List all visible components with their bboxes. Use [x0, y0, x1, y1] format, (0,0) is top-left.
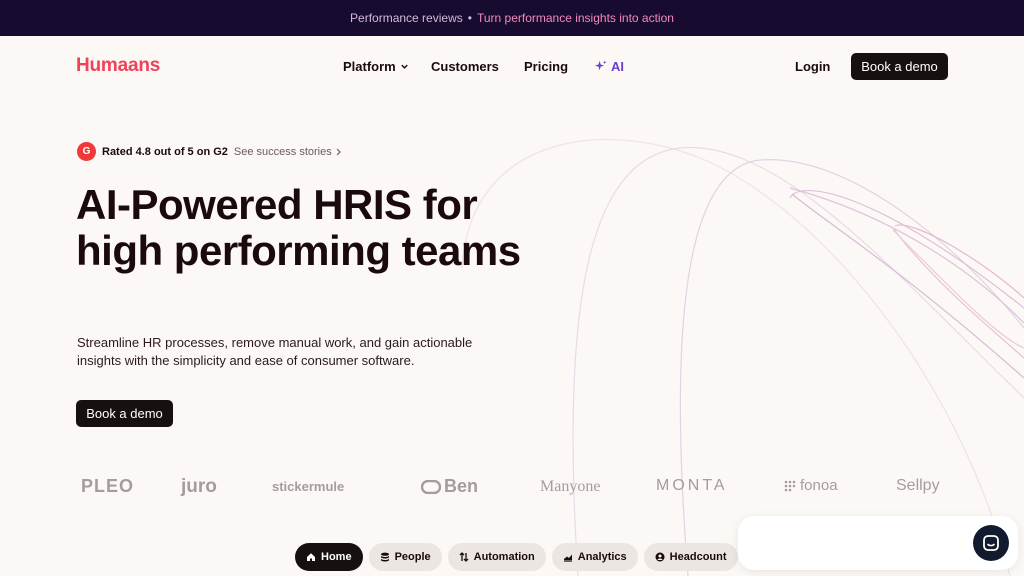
success-stories-link[interactable]: See success stories — [234, 146, 342, 158]
tab-automation[interactable]: Automation — [447, 543, 546, 571]
chevron-right-icon — [336, 148, 341, 155]
tab-analytics-label: Analytics — [577, 551, 627, 563]
chevron-down-icon — [401, 64, 408, 69]
banner-separator: • — [467, 11, 472, 25]
announcement-banner[interactable]: Performance reviews • Turn performance i… — [0, 0, 1024, 36]
chat-launcher-button[interactable] — [973, 525, 1009, 561]
hero-book-demo-button[interactable]: Book a demo — [76, 400, 173, 427]
logo-fonoa: fonoa — [784, 477, 838, 494]
banner-link[interactable]: Turn performance insights into action — [477, 11, 674, 25]
tab-home-label: Home — [321, 551, 352, 563]
rating-text: Rated 4.8 out of 5 on G2 — [102, 145, 228, 158]
sparkle-icon — [594, 60, 607, 71]
g2-rating: G Rated 4.8 out of 5 on G2 See success s… — [77, 142, 342, 161]
product-tabs: Home People Automation Analytics Headcou… — [295, 543, 738, 571]
tab-people[interactable]: People — [368, 543, 442, 571]
logo-monta: MONTA — [656, 477, 728, 494]
fonoa-mark-icon — [784, 480, 796, 491]
home-icon — [307, 553, 315, 561]
logo-manyone: Manyone — [540, 478, 601, 495]
tab-headcount-label: Headcount — [669, 551, 727, 563]
logo-sellpy: Sellpy — [896, 477, 940, 494]
nav-platform[interactable]: Platform — [343, 59, 409, 74]
logo-ben: Ben — [421, 476, 478, 497]
book-demo-button[interactable]: Book a demo — [851, 53, 948, 80]
hero-title: AI-Powered HRIS for high performing team… — [76, 181, 521, 274]
hero-subtitle: Streamline HR processes, remove manual w… — [77, 335, 473, 368]
database-icon — [380, 552, 389, 562]
arrows-icon — [459, 552, 469, 562]
nav-customers[interactable]: Customers — [431, 59, 499, 74]
customer-logos: PLEO juro stickermule Ben Manyone MONTA … — [0, 470, 1024, 504]
site-header: Humaans Platform Customers Pricing AI Lo… — [0, 36, 1024, 98]
nav-pricing[interactable]: Pricing — [524, 59, 568, 74]
chat-icon — [983, 535, 999, 551]
tab-home[interactable]: Home — [295, 543, 363, 571]
logo-pleo: PLEO — [81, 476, 135, 496]
login-link[interactable]: Login — [795, 59, 830, 74]
logo-ben-label: Ben — [444, 476, 479, 496]
logo-fonoa-label: fonoa — [800, 477, 838, 494]
chart-icon — [563, 554, 572, 562]
tab-headcount[interactable]: Headcount — [643, 543, 738, 571]
nav-platform-label: Platform — [343, 59, 396, 74]
user-circle-icon — [655, 552, 665, 562]
logo-stickermule: stickermule — [272, 479, 345, 494]
ben-mark-icon — [421, 479, 441, 494]
tab-automation-label: Automation — [473, 551, 535, 563]
tab-people-label: People — [394, 551, 431, 563]
banner-label: Performance reviews — [350, 11, 463, 25]
g2-badge-icon: G — [77, 142, 96, 161]
nav-ai[interactable]: AI — [594, 59, 624, 74]
humaans-logo[interactable]: Humaans — [76, 55, 160, 77]
success-stories-label: See success stories — [233, 145, 332, 158]
tab-analytics[interactable]: Analytics — [551, 543, 638, 571]
nav-ai-label: AI — [611, 59, 624, 74]
logo-juro: juro — [181, 476, 217, 497]
